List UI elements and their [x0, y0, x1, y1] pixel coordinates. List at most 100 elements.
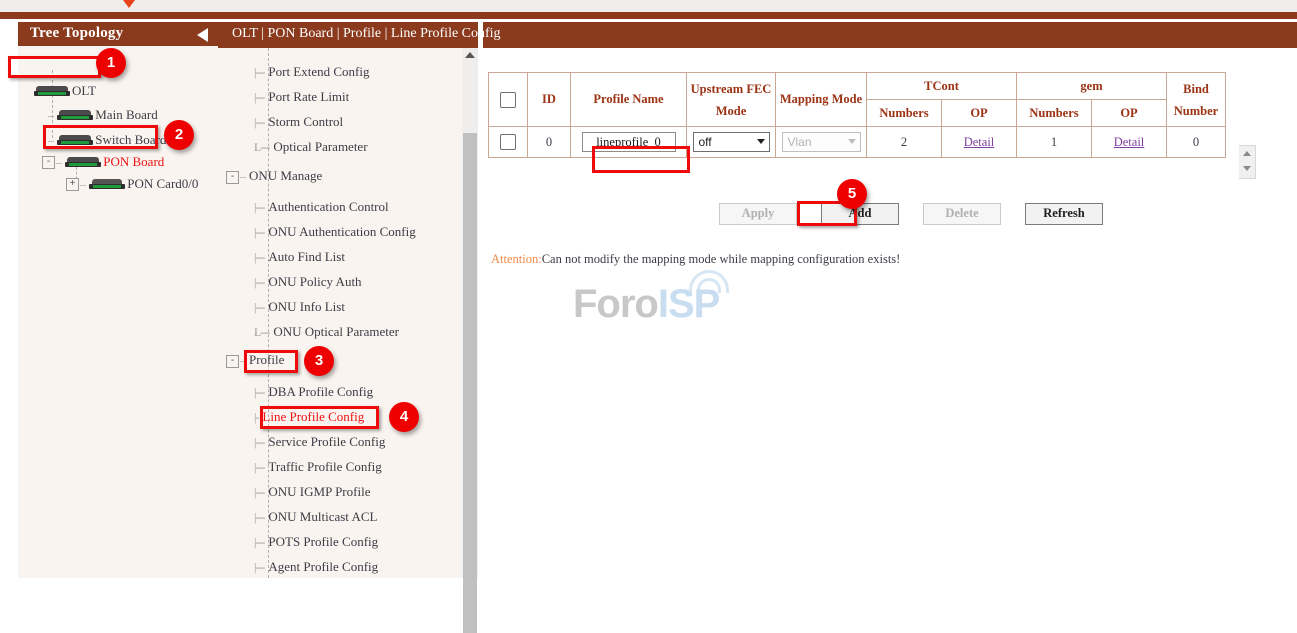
page-marker-icon	[123, 0, 135, 8]
chevron-down-icon	[848, 139, 856, 144]
select-all-header	[489, 73, 528, 127]
menu-expander-minus-icon[interactable]: -	[226, 355, 239, 368]
menu-item-service-profile-config[interactable]: |---Service Profile Config	[254, 434, 385, 456]
scroll-up-arrow-icon[interactable]	[1243, 151, 1251, 156]
chevron-down-icon	[757, 139, 765, 144]
row-tcont-numbers-cell: 2	[867, 127, 942, 158]
tcont-detail-link[interactable]: Detail	[964, 135, 995, 149]
menu-item-onu-multicast-acl[interactable]: |---ONU Multicast ACL	[254, 509, 377, 531]
menu-branch-dash: |---	[254, 435, 264, 450]
menu-item-optical-parameter[interactable]: L---Optical Parameter	[254, 139, 368, 161]
menu-item-label: Traffic Profile Config	[268, 459, 381, 474]
table-row-scrollbar[interactable]	[1239, 145, 1256, 179]
menu-item-onu-info-list[interactable]: |---ONU Info List	[254, 299, 345, 321]
highlight-box-profile	[244, 350, 298, 373]
menu-scrollbar[interactable]	[462, 48, 478, 578]
menu-item-onu-authentication-config[interactable]: |--- ONU Authentication Config	[254, 224, 416, 246]
highlight-box-line-profile-config	[260, 406, 379, 429]
tree-node-pon-board[interactable]: -– PON Board	[42, 153, 164, 173]
tree-node-main-board[interactable]: – Main Board	[48, 106, 158, 126]
gem-op-header: OP	[1092, 100, 1167, 127]
tree-topology-panel: Tree Topology OLT – Main Board – Switch …	[18, 22, 218, 578]
tree-node-pon-card[interactable]: +– PON Card0/0	[66, 175, 198, 195]
menu-item-onu-igmp-profile[interactable]: |---ONU IGMP Profile	[254, 484, 370, 506]
upstream-fec-mode-header-line2: Mode	[716, 104, 747, 118]
device-olt-icon	[34, 86, 70, 97]
annotation-badge-2: 2	[164, 120, 194, 150]
menu-item-label: ONU Policy Auth	[268, 274, 361, 289]
row-upstream-fec-cell: off	[687, 127, 776, 158]
gem-detail-link[interactable]: Detail	[1114, 135, 1145, 149]
navigation-menu-panel: |---Port Extend Config |---Port Rate Lim…	[218, 48, 478, 578]
menu-group-onu-manage[interactable]: -–ONU Manage	[226, 168, 322, 190]
menu-item-label: Authentication Control	[268, 199, 388, 214]
upstream-fec-mode-select[interactable]: off	[693, 132, 770, 152]
row-gem-op-cell: Detail	[1092, 127, 1167, 158]
tree-expander-plus-icon[interactable]: +	[66, 178, 79, 191]
menu-item-onu-optical-parameter[interactable]: L---ONU Optical Parameter	[254, 324, 399, 346]
tree-node-olt[interactable]: OLT	[34, 82, 96, 102]
menu-item-port-extend-config[interactable]: |---Port Extend Config	[254, 64, 370, 86]
row-select-cell	[489, 127, 528, 158]
menu-expander-minus-icon[interactable]: -	[226, 171, 239, 184]
scroll-up-arrow-icon[interactable]	[465, 52, 475, 58]
gem-group-header: gem	[1017, 73, 1167, 100]
menu-branch-dash: |---	[254, 225, 264, 240]
menu-branch-dash: |---	[254, 385, 264, 400]
row-tcont-op-cell: Detail	[942, 127, 1017, 158]
menu-scrollbar-thumb[interactable]	[463, 133, 477, 633]
content-header-bar: OLT | PON Board | Profile | Line Profile…	[218, 22, 1297, 48]
annotation-badge-1: 1	[96, 48, 126, 78]
profile-name-header: Profile Name	[571, 73, 687, 127]
menu-item-storm-control[interactable]: |---Storm Control	[254, 114, 343, 136]
annotation-badge-3: 3	[304, 346, 334, 376]
watermark: ForoISP	[573, 264, 793, 334]
menu-item-label: ONU Authentication Config	[268, 224, 415, 239]
scroll-down-arrow-icon[interactable]	[1243, 166, 1251, 171]
menu-branch-dash: |---	[254, 535, 264, 550]
top-strip	[0, 0, 1297, 12]
upstream-fec-mode-header-line1: Upstream FEC	[691, 82, 772, 96]
refresh-button[interactable]: Refresh	[1025, 203, 1103, 225]
menu-branch-dash: |---	[254, 485, 264, 500]
mapping-mode-select[interactable]: Vlan	[782, 132, 861, 152]
tcont-numbers-header: Numbers	[867, 100, 942, 127]
menu-branch-dash: –	[240, 169, 245, 184]
highlight-box-profile-name	[592, 146, 690, 173]
menu-item-port-rate-limit[interactable]: |---Port Rate Limit	[254, 89, 349, 111]
menu-item-authentication-control[interactable]: |--- Authentication Control	[254, 199, 389, 221]
menu-branch-dash: |---	[254, 65, 264, 80]
tree-topology-header: Tree Topology	[18, 22, 218, 46]
menu-item-pots-profile-config[interactable]: |---POTS Profile Config	[254, 534, 378, 556]
collapse-left-arrow-icon[interactable]	[197, 28, 208, 42]
bind-group-header: Bind	[1183, 82, 1209, 96]
tree-node-label: Main Board	[95, 107, 157, 122]
tree-node-label: PON Card0/0	[127, 176, 198, 191]
tree-topology-title: Tree Topology	[30, 25, 123, 42]
bind-number-sub-header: Number	[1174, 104, 1218, 118]
content-body: ID Profile Name Upstream FEC Mode Mappin…	[483, 48, 1297, 578]
delete-button[interactable]: Delete	[923, 203, 1001, 225]
menu-item-auto-find-list[interactable]: |---Auto Find List	[254, 249, 345, 271]
menu-item-agent-profile-config[interactable]: |---Agent Profile Config	[254, 559, 378, 578]
mapping-mode-header: Mapping Mode	[776, 73, 867, 127]
select-all-checkbox[interactable]	[500, 92, 516, 108]
upstream-fec-mode-header: Upstream FEC Mode	[687, 73, 776, 127]
device-board-icon	[57, 110, 93, 121]
menu-item-label: ONU Info List	[268, 299, 345, 314]
attention-label: Attention:	[491, 252, 542, 266]
mapping-mode-value: Vlan	[788, 135, 812, 149]
apply-button[interactable]: Apply	[719, 203, 797, 225]
menu-item-onu-policy-auth[interactable]: |--- ONU Policy Auth	[254, 274, 362, 296]
menu-item-dba-profile-config[interactable]: |---DBA Profile Config	[254, 384, 373, 406]
table-header-row-group: ID Profile Name Upstream FEC Mode Mappin…	[489, 73, 1226, 100]
menu-branch-dash: |---	[254, 200, 264, 215]
menu-branch-dash: |---	[254, 275, 264, 290]
device-board-icon	[65, 157, 101, 168]
watermark-text: ForoISP	[573, 282, 719, 327]
menu-branch-dash: |---	[254, 560, 264, 575]
tree-expander-minus-icon[interactable]: -	[42, 156, 55, 169]
menu-item-traffic-profile-config[interactable]: |---Traffic Profile Config	[254, 459, 382, 481]
highlight-box-olt	[8, 56, 101, 78]
row-select-checkbox[interactable]	[500, 134, 516, 150]
